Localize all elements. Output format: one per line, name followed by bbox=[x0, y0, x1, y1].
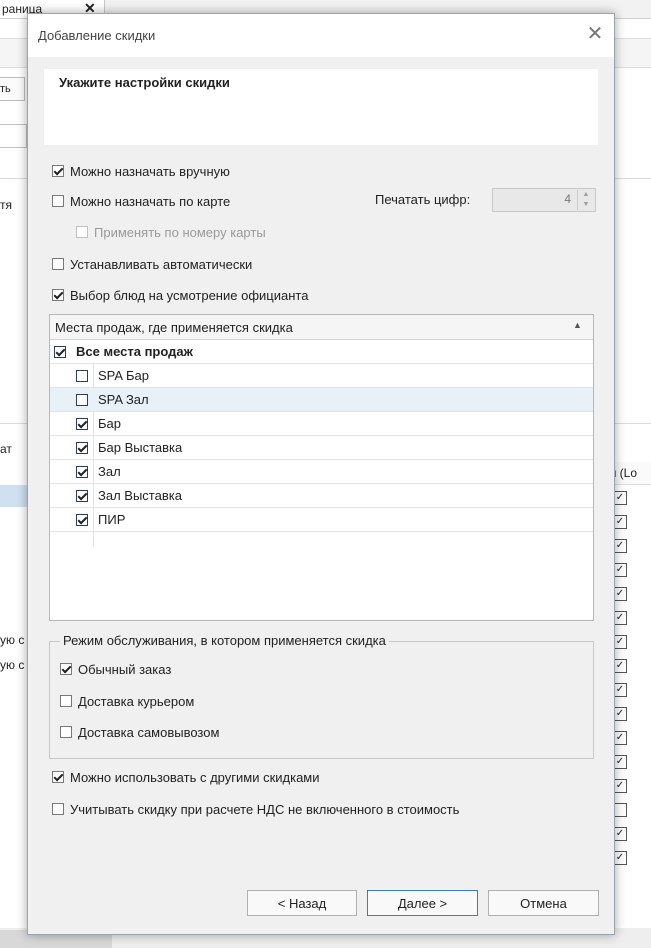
background-text: тя bbox=[0, 198, 12, 212]
print-digits-label: Печатать цифр: bbox=[375, 192, 471, 207]
place-checkbox[interactable] bbox=[76, 513, 88, 526]
auto-apply-option[interactable]: Устанавливать автоматически bbox=[52, 255, 252, 273]
spinner-up-icon[interactable]: ▲ bbox=[578, 190, 594, 200]
wizard-header-panel: Укажите настройки скидки bbox=[44, 69, 598, 145]
normal-order-option[interactable]: Обычный заказ bbox=[60, 660, 171, 678]
list-item[interactable]: SPA Зал bbox=[50, 388, 593, 412]
background-checkbox[interactable]: ✓ bbox=[613, 611, 627, 625]
courier-option[interactable]: Доставка курьером bbox=[60, 692, 194, 710]
place-checkbox[interactable] bbox=[76, 441, 88, 454]
list-item[interactable]: Зал bbox=[50, 460, 593, 484]
add-discount-dialog: Добавление скидки ✕ Укажите настройки ск… bbox=[27, 13, 615, 935]
background-text: ую с bbox=[0, 658, 25, 672]
background-checkbox[interactable] bbox=[613, 803, 627, 817]
print-digits-spinner[interactable]: 4 ▲ ▼ bbox=[492, 188, 596, 212]
waiter-dishes-label: Выбор блюд на усмотрение официанта bbox=[70, 287, 309, 303]
pickup-option[interactable]: Доставка самовывозом bbox=[60, 723, 219, 741]
spinner-down-icon[interactable]: ▼ bbox=[578, 200, 594, 210]
vat-option[interactable]: Учитывать скидку при расчете НДС не вклю… bbox=[52, 800, 459, 818]
manual-assign-checkbox[interactable] bbox=[52, 165, 64, 177]
place-checkbox[interactable] bbox=[76, 465, 88, 478]
courier-checkbox[interactable] bbox=[60, 695, 72, 707]
background-checkbox[interactable]: ✓ bbox=[613, 827, 627, 841]
place-label: Бар bbox=[98, 416, 121, 431]
pickup-label: Доставка самовывозом bbox=[78, 724, 220, 740]
background-checkbox[interactable]: ✓ bbox=[613, 515, 627, 529]
vat-checkbox[interactable] bbox=[52, 803, 64, 815]
all-places-checkbox[interactable] bbox=[54, 345, 66, 358]
background-checkbox[interactable]: ✓ bbox=[613, 491, 627, 505]
background-text: ат bbox=[0, 442, 12, 456]
list-item-all-places[interactable]: Все места продаж bbox=[50, 340, 593, 364]
place-label: SPA Зал bbox=[98, 392, 149, 407]
background-checkbox[interactable]: ✓ bbox=[613, 563, 627, 577]
background-checkbox[interactable]: ✓ bbox=[613, 587, 627, 601]
cancel-button[interactable]: Отмена bbox=[488, 890, 599, 916]
close-icon[interactable]: ✕ bbox=[583, 22, 607, 46]
background-checkbox[interactable]: ✓ bbox=[613, 539, 627, 553]
background-checkbox[interactable]: ✓ bbox=[613, 707, 627, 721]
combine-discounts-checkbox[interactable] bbox=[52, 771, 64, 783]
place-checkbox[interactable] bbox=[76, 489, 88, 502]
list-item[interactable]: Зал Выставка bbox=[50, 484, 593, 508]
all-places-label: Все места продаж bbox=[76, 344, 193, 359]
auto-apply-checkbox[interactable] bbox=[52, 258, 64, 270]
background-checkbox[interactable]: ✓ bbox=[613, 635, 627, 649]
sales-places-list: Места продаж, где применяется скидка ▲ В… bbox=[49, 314, 594, 621]
place-checkbox[interactable] bbox=[76, 393, 88, 406]
auto-apply-label: Устанавливать автоматически bbox=[70, 256, 253, 272]
wizard-header-text: Укажите настройки скидки bbox=[59, 75, 230, 90]
card-number-checkbox[interactable] bbox=[76, 226, 88, 238]
pickup-checkbox[interactable] bbox=[60, 726, 72, 738]
background-text: ую с bbox=[0, 633, 25, 647]
card-number-label: Применять по номеру карты bbox=[94, 224, 266, 240]
place-checkbox[interactable] bbox=[76, 369, 88, 382]
service-mode-group: Режим обслуживания, в котором применяетс… bbox=[49, 633, 594, 759]
background-checkbox[interactable]: ✓ bbox=[613, 755, 627, 769]
list-item[interactable]: ПИР bbox=[50, 508, 593, 532]
background-checkbox[interactable]: ✓ bbox=[613, 659, 627, 673]
card-assign-checkbox[interactable] bbox=[52, 195, 64, 207]
dialog-titlebar: Добавление скидки ✕ bbox=[28, 14, 614, 57]
waiter-dishes-checkbox[interactable] bbox=[52, 289, 64, 301]
list-item[interactable]: Бар Выставка bbox=[50, 436, 593, 460]
place-label: SPA Бар bbox=[98, 368, 149, 383]
print-digits-value: 4 bbox=[564, 192, 571, 206]
list-item[interactable]: SPA Бар bbox=[50, 364, 593, 388]
background-selected-row[interactable] bbox=[0, 485, 28, 507]
card-number-option[interactable]: Применять по номеру карты bbox=[76, 223, 266, 241]
service-mode-legend: Режим обслуживания, в котором применяетс… bbox=[60, 633, 389, 648]
background-input[interactable] bbox=[0, 124, 27, 148]
spinner-buttons: ▲ ▼ bbox=[577, 190, 594, 210]
place-label: Бар Выставка bbox=[98, 440, 183, 455]
sales-places-title: Места продаж, где применяется скидка bbox=[55, 320, 293, 335]
collapse-icon[interactable]: ▲ bbox=[573, 320, 582, 330]
next-button[interactable]: Далее > bbox=[367, 890, 478, 916]
waiter-dishes-option[interactable]: Выбор блюд на усмотрение официанта bbox=[52, 286, 308, 304]
background-checkbox[interactable]: ✓ bbox=[613, 779, 627, 793]
place-label: Зал bbox=[98, 464, 121, 479]
background-checkbox[interactable]: ✓ bbox=[613, 851, 627, 865]
normal-order-label: Обычный заказ bbox=[78, 661, 172, 677]
background-button[interactable]: ть bbox=[0, 77, 25, 101]
combine-discounts-option[interactable]: Можно использовать с другими скидками bbox=[52, 768, 320, 786]
combine-discounts-label: Можно использовать с другими скидками bbox=[70, 769, 320, 785]
place-checkbox[interactable] bbox=[76, 417, 88, 430]
sales-places-header[interactable]: Места продаж, где применяется скидка ▲ bbox=[50, 315, 593, 340]
card-assign-label: Можно назначать по карте bbox=[70, 193, 231, 209]
back-button[interactable]: < Назад bbox=[247, 890, 357, 916]
list-item[interactable]: Бар bbox=[50, 412, 593, 436]
place-label: ПИР bbox=[98, 512, 126, 527]
background-checkbox[interactable]: ✓ bbox=[613, 731, 627, 745]
background-checkbox[interactable]: ✓ bbox=[613, 683, 627, 697]
courier-label: Доставка курьером bbox=[78, 693, 195, 709]
normal-order-checkbox[interactable] bbox=[60, 663, 72, 675]
manual-assign-option[interactable]: Можно назначать вручную bbox=[52, 162, 230, 180]
vat-label: Учитывать скидку при расчете НДС не вклю… bbox=[70, 801, 460, 817]
card-assign-option[interactable]: Можно назначать по карте bbox=[52, 192, 230, 210]
dialog-title: Добавление скидки bbox=[38, 28, 156, 43]
manual-assign-label: Можно назначать вручную bbox=[70, 163, 230, 179]
place-label: Зал Выставка bbox=[98, 488, 182, 503]
